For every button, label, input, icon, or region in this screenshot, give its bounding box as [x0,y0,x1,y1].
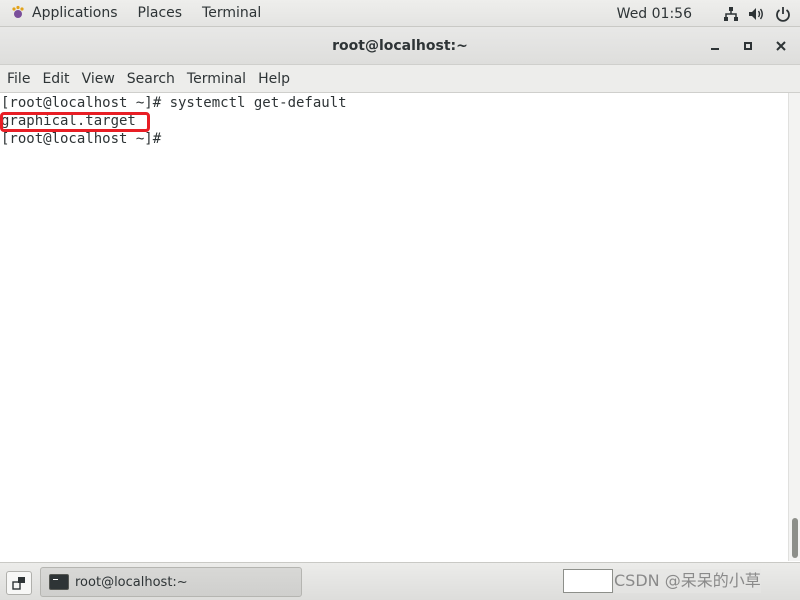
terminal-app-label: Terminal [202,5,262,21]
scrollbar-thumb[interactable] [792,518,798,558]
menu-edit[interactable]: Edit [36,65,75,93]
show-desktop-button[interactable] [6,571,32,595]
system-status-area: Wed 01:56 [617,0,792,27]
menu-file[interactable]: File [1,65,36,93]
terminal-output[interactable]: [root@localhost ~]# systemctl get-defaul… [0,93,788,561]
taskbar-window-label: root@localhost:~ [75,574,188,590]
gnome-foot-icon [12,5,24,18]
clock[interactable]: Wed 01:56 [617,6,692,22]
terminal-icon [49,574,69,590]
close-icon [776,41,786,51]
power-icon[interactable] [774,5,792,23]
window-titlebar[interactable]: root@localhost:~ [0,27,800,65]
applications-menu[interactable]: Applications [0,0,128,27]
network-icon[interactable] [722,5,740,23]
watermark: CSDN @呆呆的小草 [614,569,761,593]
terminal-line-command: [root@localhost ~]# systemctl get-defaul… [1,95,347,111]
maximize-button[interactable] [738,36,758,56]
maximize-icon [744,42,752,50]
menubar: File Edit View Search Terminal Help [0,65,800,93]
red-highlight-box [0,112,150,132]
volume-icon[interactable] [748,5,766,23]
places-label: Places [137,5,183,21]
menu-search[interactable]: Search [121,65,181,93]
minimize-icon [711,48,719,50]
applications-label: Applications [32,5,118,21]
bottom-taskbar: root@localhost:~ CSDN @呆呆的小草 [0,562,800,600]
taskbar-window-button[interactable]: root@localhost:~ [40,567,302,597]
terminal-line-prompt: [root@localhost ~]# [1,131,162,147]
menu-terminal[interactable]: Terminal [181,65,252,93]
show-desktop-icon [12,577,25,590]
terminal-app-menu[interactable]: Terminal [192,0,271,27]
workspace-switcher[interactable] [563,569,613,593]
window-title: root@localhost:~ [332,38,468,54]
menu-help[interactable]: Help [252,65,296,93]
menu-view[interactable]: View [76,65,121,93]
top-panel: Applications Places Terminal Wed 01:56 [0,0,800,27]
terminal-scrollbar[interactable] [788,93,800,561]
places-menu[interactable]: Places [128,0,193,27]
minimize-button[interactable] [705,36,725,56]
close-button[interactable] [771,36,791,56]
